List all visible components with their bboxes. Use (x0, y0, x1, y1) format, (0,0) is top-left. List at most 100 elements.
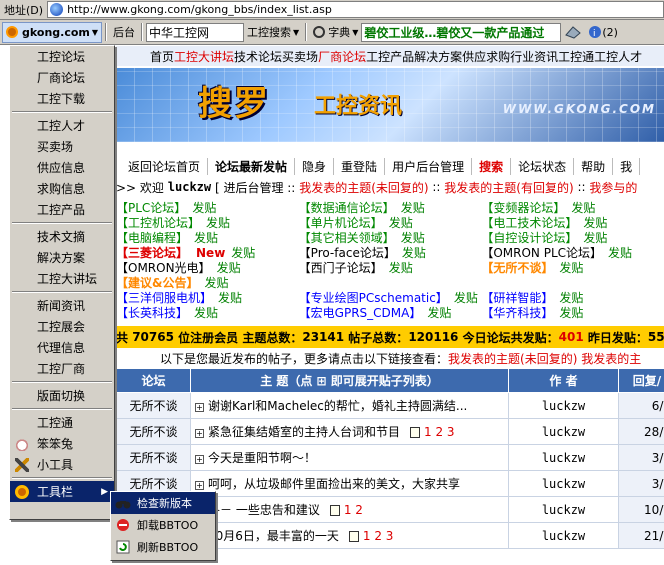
notice-link-topics[interactable]: 我发表的主 (581, 350, 641, 367)
table-row[interactable]: 无所不谈 + 紧急征集结婚室的主持人台词和节目 1 2 3 luckzw28/2 (116, 418, 664, 445)
forum-link[interactable]: 【OMRON PLC论坛】 (481, 246, 602, 260)
menu-item[interactable]: 工具栏 ▶ (10, 481, 114, 502)
post-title-link[interactable]: 谢谢Karl和Machelec的帮忙，婚礼主持圆满结... (208, 399, 467, 413)
post-author[interactable]: luckzw (508, 418, 619, 445)
post-link[interactable]: 发贴 (218, 291, 242, 305)
gkong-menu-button[interactable]: gkong.com ▼ (2, 21, 103, 43)
check-update-item[interactable]: 检查新版本 (111, 492, 215, 514)
menu-item[interactable]: 新闻资讯 (10, 295, 114, 316)
page-links[interactable]: 1 2 3 (363, 529, 394, 543)
notice-link-unreplied[interactable]: 我发表的主题(未回复的) (448, 350, 577, 367)
table-row[interactable]: 无所不谈 + 今天是重阳节啊～！ luckzw3/3 (116, 444, 664, 471)
post-title-link[interactable]: 呵呵，从垃圾邮件里面捡出来的美文，大家共享 (208, 477, 460, 491)
forum-link[interactable]: 【无所不谈】 (481, 261, 553, 275)
menu-item[interactable]: 工控论坛 (10, 46, 114, 67)
post-author[interactable]: luckzw (508, 392, 619, 419)
post-title-link[interactable]: 10月6日，最丰富的一天 (208, 529, 339, 543)
nav-link[interactable]: 工控大讲坛 (174, 48, 234, 65)
menu-link-hide[interactable]: 隐身 (295, 157, 335, 175)
clear-button[interactable] (561, 22, 585, 43)
forum-link[interactable]: 【西门子论坛】 (299, 261, 383, 275)
nav-link[interactable]: 技术论坛 (234, 48, 282, 65)
post-link[interactable]: 发贴 (206, 216, 230, 230)
post-author[interactable]: luckzw (508, 444, 619, 471)
menu-item[interactable]: 笨笨兔 (10, 433, 114, 454)
forum-link[interactable]: 【三菱论坛】 (116, 246, 188, 260)
menu-item[interactable]: 厂商论坛 (10, 67, 114, 88)
menu-item[interactable]: 版面切换 (10, 385, 114, 406)
menu-item[interactable]: 工控下载 (10, 88, 114, 109)
menu-link-relogin[interactable]: 重登陆 (334, 157, 386, 175)
notification-button[interactable]: i (2) (585, 22, 621, 43)
news-marquee[interactable]: 碧佼工业级…碧佼又一款产品通过 (361, 22, 562, 42)
forum-link[interactable]: 【华齐科技】 (481, 306, 553, 320)
uninstall-item[interactable]: 卸载BBTOO (111, 514, 215, 536)
nav-link[interactable]: 首页 (150, 48, 174, 65)
forum-link[interactable]: 【宏电GPRS_CDMA】 (299, 306, 422, 320)
forum-link[interactable]: 【电工技术论坛】 (481, 216, 577, 230)
dictionary-button[interactable]: 字典 ▼ (310, 22, 361, 43)
post-link[interactable]: 发贴 (194, 231, 218, 245)
address-input[interactable]: http://www.gkong.com/gkong_bbs/index_lis… (47, 1, 664, 18)
expand-icon[interactable]: + (195, 403, 204, 412)
menu-item[interactable]: 代理信息 (10, 337, 114, 358)
post-link[interactable]: 发贴 (401, 231, 425, 245)
my-participated-link[interactable]: 我参与的 (589, 179, 637, 196)
post-link[interactable]: 发贴 (204, 276, 228, 290)
forum-link[interactable]: 【数据通信论坛】 (299, 201, 395, 215)
forum-link[interactable]: 【三洋伺服电机】 (116, 291, 212, 305)
post-title-link[interactable]: 各－ 一些忠告和建议 (208, 503, 320, 517)
menu-item[interactable]: 供应信息 (10, 157, 114, 178)
post-author[interactable]: luckzw (508, 522, 619, 549)
nav-link[interactable]: 解决方案 (414, 48, 462, 65)
admin-link[interactable]: [ 进后台管理 :: (215, 179, 295, 196)
post-link[interactable]: 发贴 (192, 201, 216, 215)
menu-link-me[interactable]: 我 (613, 157, 641, 175)
forum-link[interactable]: 【长英科技】 (116, 306, 188, 320)
forum-link[interactable]: 【单片机论坛】 (299, 216, 383, 230)
post-link[interactable]: 发贴 (559, 306, 583, 320)
expand-icon[interactable]: + (195, 455, 204, 464)
nav-link[interactable]: 行业资讯 (510, 48, 558, 65)
table-row[interactable]: 无所不谈 + 谢谢Karl和Machelec的帮忙，婚礼主持圆满结... luckzw… (116, 392, 664, 419)
post-forum[interactable]: 无所不谈 (116, 392, 191, 419)
menu-link-help[interactable]: 帮助 (574, 157, 614, 175)
nav-link[interactable]: 工控产品 (366, 48, 414, 65)
post-title-link[interactable]: 今天是重阳节啊～！ (208, 451, 316, 465)
post-link[interactable]: 发贴 (194, 306, 218, 320)
forum-link[interactable]: 【自控设计论坛】 (481, 231, 577, 245)
nav-link[interactable]: 买卖场 (282, 48, 318, 65)
page-links[interactable]: 1 2 3 (424, 425, 455, 439)
menu-link-home[interactable]: 返回论坛首页 (116, 157, 209, 175)
my-topics-unreplied-link[interactable]: 我发表的主题(未回复的) (299, 179, 428, 196)
search-engine-button[interactable]: 工控搜索 ▼ (244, 22, 302, 43)
menu-item[interactable]: 解决方案 (10, 247, 114, 268)
post-link[interactable]: 发贴 (389, 216, 413, 230)
post-author[interactable]: luckzw (508, 496, 619, 523)
forum-link[interactable]: 【变频器论坛】 (481, 201, 565, 215)
menu-item[interactable]: 工控厂商 (10, 358, 114, 379)
menu-item[interactable]: 求购信息 (10, 178, 114, 199)
menu-item[interactable]: 工控通 (10, 412, 114, 433)
nav-link[interactable]: 供应求购 (462, 48, 510, 65)
menu-item[interactable]: 小工具 (10, 454, 114, 475)
post-link[interactable]: 发贴 (389, 261, 413, 275)
menu-item[interactable]: 工控大讲坛 (10, 268, 114, 289)
forum-link[interactable]: 【其它相关领域】 (299, 231, 395, 245)
backend-button[interactable]: 后台 (110, 22, 138, 43)
expand-icon[interactable]: + (195, 429, 204, 438)
menu-item[interactable]: 技术文摘 (10, 226, 114, 247)
expand-icon[interactable]: + (195, 481, 204, 490)
refresh-item[interactable]: 刷新BBTOO (111, 536, 215, 558)
forum-link[interactable]: 【电脑编程】 (116, 231, 188, 245)
menu-link-admin[interactable]: 用户后台管理 (385, 157, 473, 175)
nav-link[interactable]: 厂商论坛 (318, 48, 366, 65)
my-topics-replied-link[interactable]: 我发表的主题(有回复的) (444, 179, 573, 196)
post-link[interactable]: 发贴 (454, 291, 478, 305)
post-link[interactable]: 发贴 (401, 201, 425, 215)
forum-link[interactable]: 【工控机论坛】 (116, 216, 200, 230)
post-link[interactable]: 发贴 (559, 261, 583, 275)
post-forum[interactable]: 无所不谈 (116, 444, 191, 471)
forum-link[interactable]: 【PLC论坛】 (116, 201, 186, 215)
post-link[interactable]: 发贴 (608, 246, 632, 260)
